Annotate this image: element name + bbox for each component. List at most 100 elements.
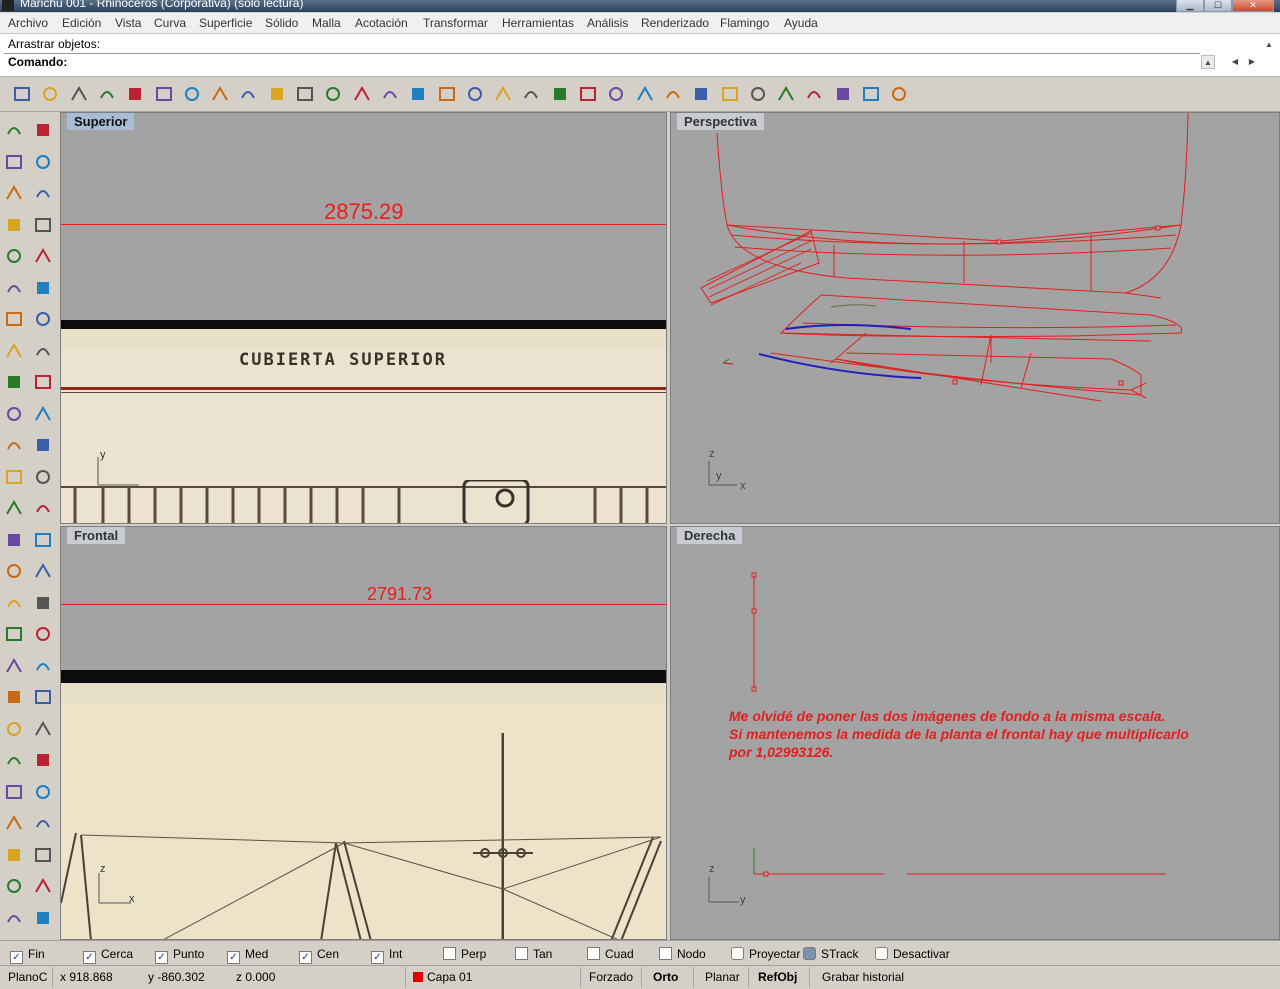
history-scroll-icon[interactable]: ▲: [1262, 38, 1276, 52]
toggle-on-icon[interactable]: [803, 947, 816, 960]
shade-icon[interactable]: [606, 84, 626, 104]
menu-malla[interactable]: Malla: [312, 16, 341, 30]
car-icon[interactable]: [493, 84, 513, 104]
menu-analisis[interactable]: Análisis: [587, 16, 628, 30]
layer-status[interactable]: Capa 01: [413, 970, 472, 984]
curvature-icon[interactable]: [33, 782, 55, 804]
close-button[interactable]: ✕: [1232, 0, 1274, 12]
gumball-icon[interactable]: [33, 845, 55, 867]
zoom-selected-icon[interactable]: [408, 84, 428, 104]
question-icon[interactable]: [4, 813, 26, 835]
menu-solido[interactable]: Sólido: [265, 16, 298, 30]
checkbox-checked-icon[interactable]: ✓: [371, 951, 384, 964]
undo-icon[interactable]: [238, 84, 258, 104]
dimension-icon[interactable]: [33, 561, 55, 583]
color-wheel-icon[interactable]: [691, 84, 711, 104]
osnap-cerca[interactable]: ✓ Cerca: [83, 947, 133, 964]
menu-renderizado[interactable]: Renderizado: [641, 16, 709, 30]
menu-superficie[interactable]: Superficie: [199, 16, 252, 30]
rectangle-icon[interactable]: [33, 215, 55, 237]
maximize-button[interactable]: ☐: [1204, 0, 1232, 12]
record-history-toggle[interactable]: Grabar historial: [822, 970, 904, 984]
menu-vista[interactable]: Vista: [115, 16, 141, 30]
render-icon[interactable]: [33, 876, 55, 898]
pan-hand-icon[interactable]: [267, 84, 287, 104]
printer-icon[interactable]: [635, 84, 655, 104]
polyline-icon[interactable]: [4, 152, 26, 174]
command-prompt[interactable]: Comando:: [8, 55, 67, 69]
check-icon[interactable]: [33, 908, 55, 930]
revolve-icon[interactable]: [33, 278, 55, 300]
layer-icon[interactable]: [720, 84, 740, 104]
arc-icon[interactable]: [4, 215, 26, 237]
viewport-perspective[interactable]: z y x Perspectiva: [670, 112, 1280, 524]
checkbox-checked-icon[interactable]: ✓: [227, 951, 240, 964]
osnap-proyectar[interactable]: Proyectar: [731, 947, 800, 961]
dimension-icon[interactable]: [861, 84, 881, 104]
menu-flamingo[interactable]: Flamingo: [720, 16, 769, 30]
help-icon[interactable]: [889, 84, 909, 104]
surface-icon[interactable]: [4, 278, 26, 300]
menu-curva[interactable]: Curva: [154, 16, 186, 30]
extend-icon[interactable]: [4, 687, 26, 709]
viewport-top[interactable]: 2875.29 CUBIERTA SUPERIOR y Superior: [60, 112, 667, 524]
osnap-strack[interactable]: STrack: [803, 947, 859, 961]
menu-transformar[interactable]: Transformar: [423, 16, 488, 30]
osnap-desactivar[interactable]: Desactivar: [875, 947, 950, 961]
zoom-all-icon[interactable]: [437, 84, 457, 104]
make2d-icon[interactable]: [4, 782, 26, 804]
properties-icon[interactable]: [4, 908, 26, 930]
orient-icon[interactable]: [33, 687, 55, 709]
command-right-arrow-icon[interactable]: ▶: [1245, 55, 1259, 69]
snap-icon[interactable]: [578, 84, 598, 104]
checkbox-unchecked-icon[interactable]: [587, 947, 600, 960]
checkbox-unchecked-icon[interactable]: [515, 947, 528, 960]
save-icon[interactable]: [69, 84, 89, 104]
paste-icon[interactable]: [210, 84, 230, 104]
planar-toggle[interactable]: Planar: [705, 970, 740, 984]
xyz-icon[interactable]: [4, 624, 26, 646]
osnap-punto[interactable]: ✓ Punto: [155, 947, 204, 964]
toggle-icon[interactable]: [731, 947, 744, 960]
osnap-int[interactable]: ✓ Int: [371, 947, 402, 964]
zoom-dynamic-icon[interactable]: [323, 84, 343, 104]
cylinder-icon[interactable]: [4, 341, 26, 363]
circle-icon[interactable]: [4, 183, 26, 205]
camera-icon[interactable]: [33, 656, 55, 678]
checkbox-unchecked-icon[interactable]: [659, 947, 672, 960]
viewport-right[interactable]: Me olvidé de poner las dos imágenes de f…: [670, 526, 1280, 940]
sphere-icon[interactable]: [33, 309, 55, 331]
mesh-icon[interactable]: [521, 84, 541, 104]
polygon-icon[interactable]: [4, 246, 26, 268]
plane-surface-icon[interactable]: [33, 341, 55, 363]
viewport-front[interactable]: 2791.73 z x Frontal: [60, 526, 667, 940]
materials-icon[interactable]: [663, 84, 683, 104]
ellipse-icon[interactable]: [33, 183, 55, 205]
rotate-3d-icon[interactable]: [4, 656, 26, 678]
osnap-fin[interactable]: ✓ Fin: [10, 947, 45, 964]
cplane-status[interactable]: PlanoC: [8, 970, 47, 984]
named-view-icon[interactable]: [33, 624, 55, 646]
osnap-cen[interactable]: ✓ Cen: [299, 947, 339, 964]
new-file-icon[interactable]: [12, 84, 32, 104]
command-left-arrow-icon[interactable]: ◀: [1228, 55, 1242, 69]
cut-icon[interactable]: [154, 84, 174, 104]
refobj-toggle[interactable]: RefObj: [758, 970, 797, 984]
array-icon[interactable]: [33, 435, 55, 457]
viewport-label-frontal[interactable]: Frontal: [67, 527, 126, 544]
extrude-icon[interactable]: [33, 372, 55, 394]
grid-render-icon[interactable]: [33, 750, 55, 772]
checkbox-checked-icon[interactable]: ✓: [155, 951, 168, 964]
box-icon[interactable]: [4, 309, 26, 331]
minimize-button[interactable]: ▁: [1176, 0, 1204, 12]
print-icon[interactable]: [97, 84, 117, 104]
zebra-icon[interactable]: [33, 813, 55, 835]
osnap-tan[interactable]: Tan: [515, 947, 552, 961]
menu-edicion[interactable]: Edición: [62, 16, 101, 30]
osnap-med[interactable]: ✓ Med: [227, 947, 268, 964]
osnap-grid-icon[interactable]: [4, 593, 26, 615]
osnap-nodo[interactable]: Nodo: [659, 947, 706, 961]
rotate-view-icon[interactable]: [295, 84, 315, 104]
plane-icon[interactable]: [33, 593, 55, 615]
offset-icon[interactable]: [33, 467, 55, 489]
